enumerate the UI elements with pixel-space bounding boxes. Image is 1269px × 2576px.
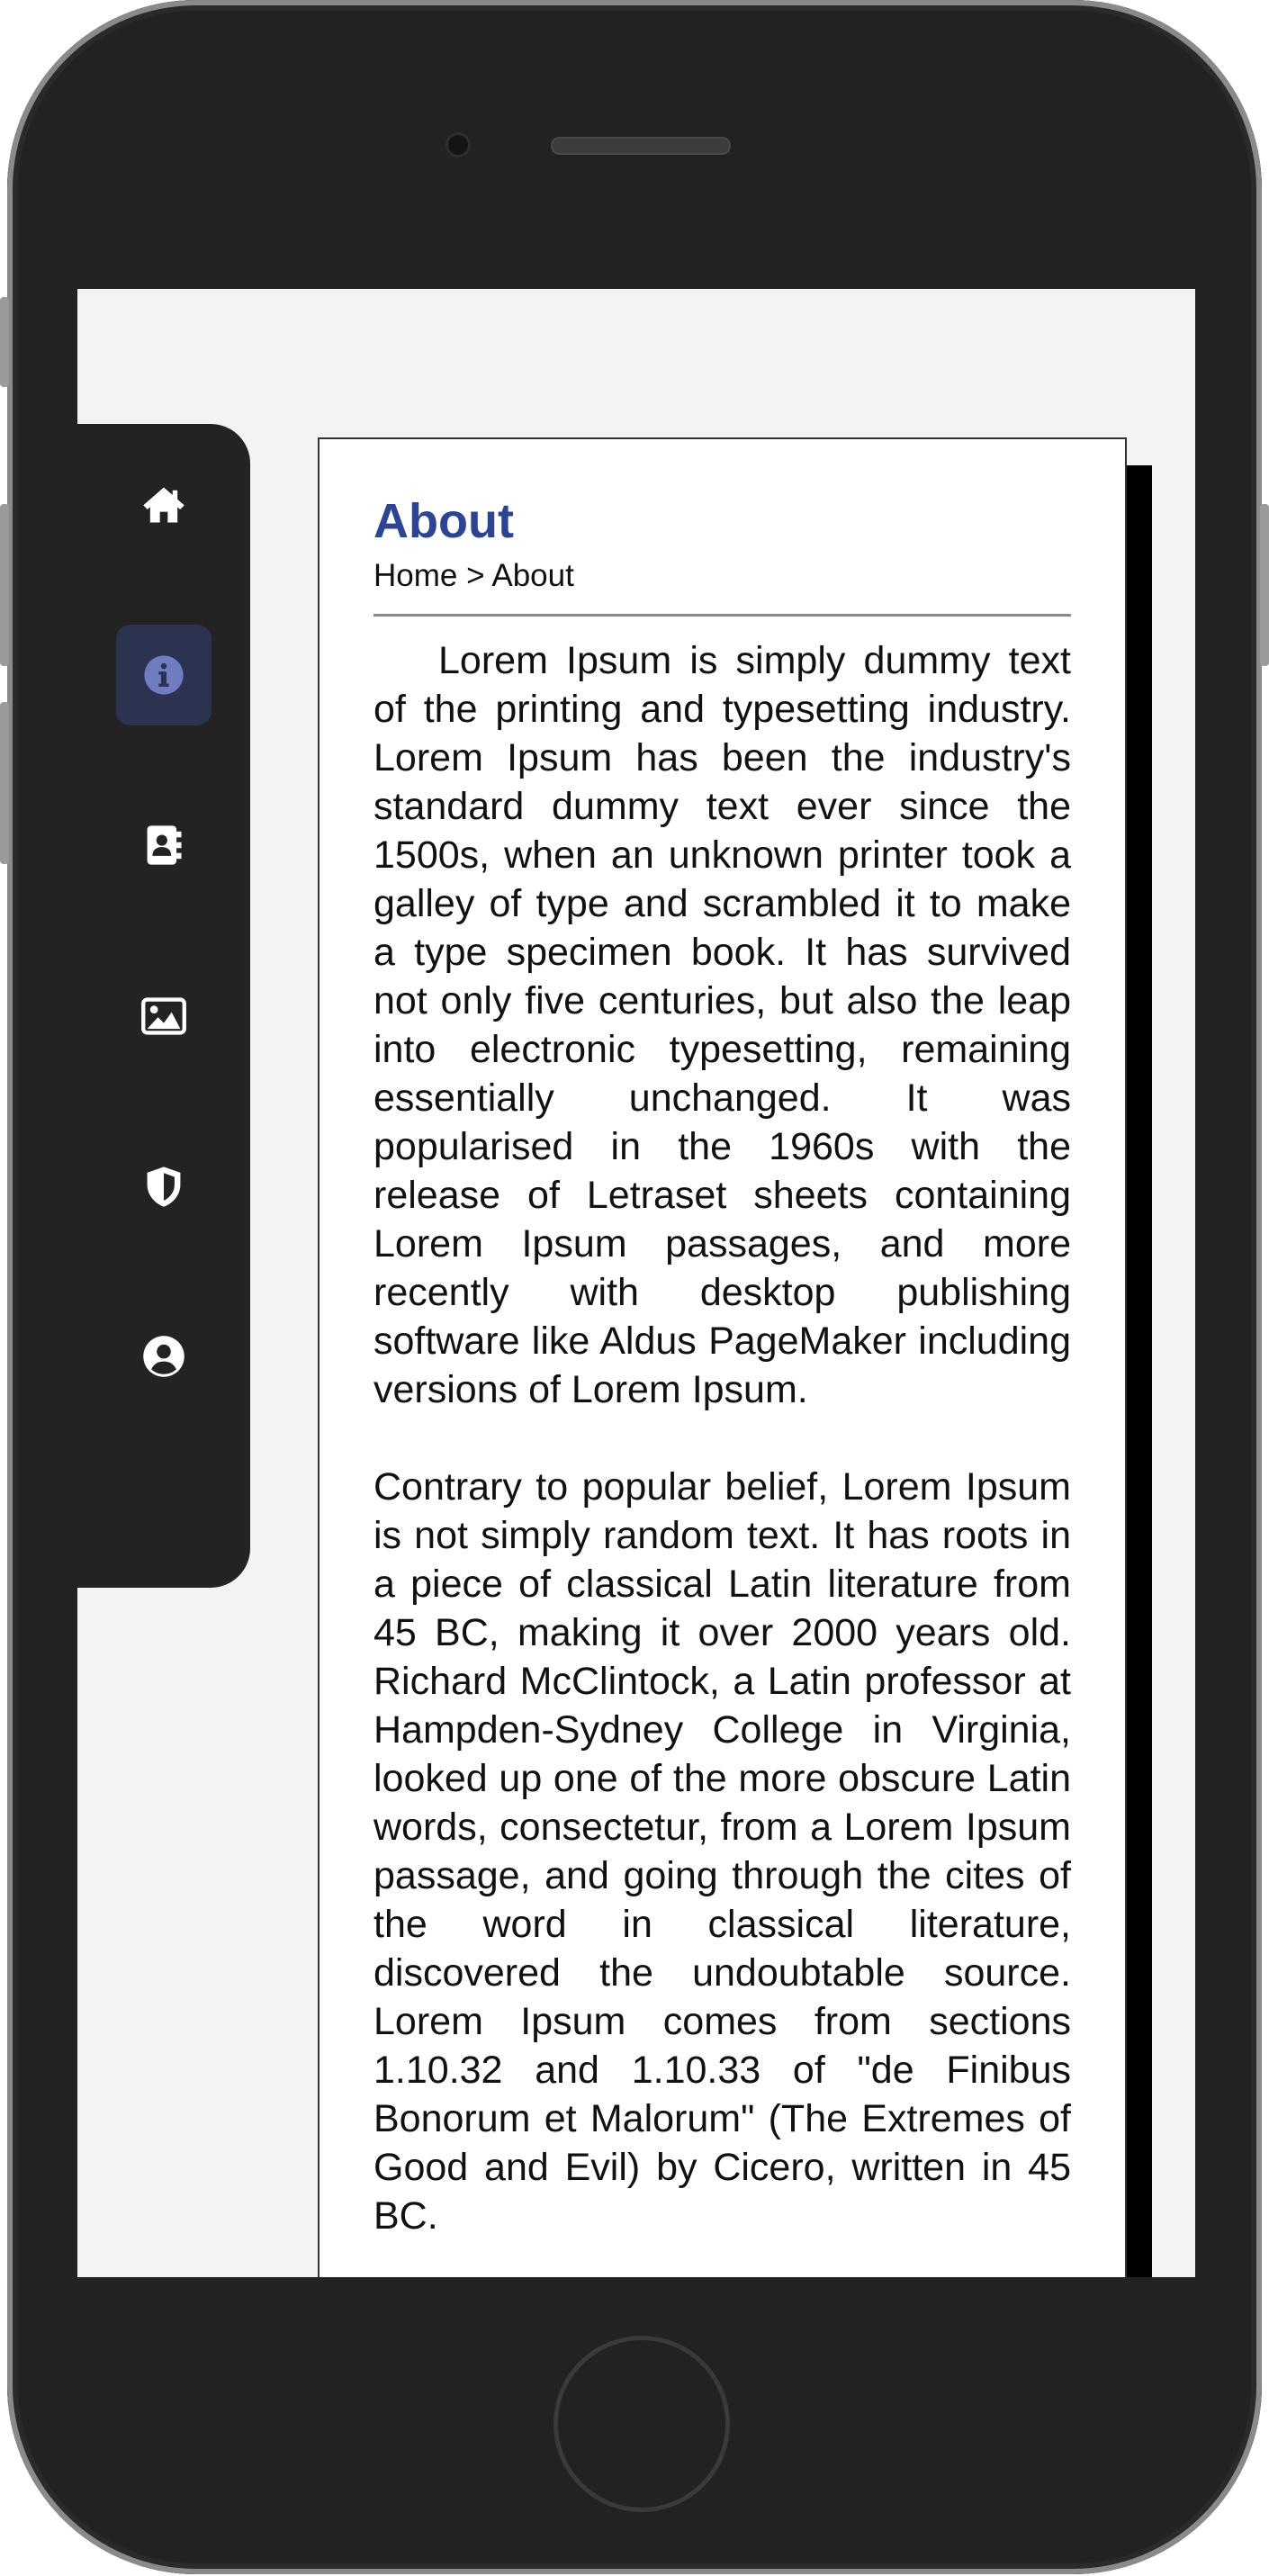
volume-up-button	[0, 504, 9, 666]
volume-down-button	[0, 702, 9, 864]
home-button[interactable]	[554, 2336, 730, 2512]
breadcrumb-current: About	[491, 558, 574, 593]
user-icon	[143, 1336, 184, 1377]
title-divider	[374, 614, 1071, 617]
breadcrumb: Home > About	[374, 556, 1071, 596]
sidebar-item-gallery[interactable]	[116, 966, 212, 1067]
phone-frame: About Home > About Lorem Ipsum is simply…	[0, 0, 1269, 2574]
breadcrumb-home-link[interactable]: Home	[374, 558, 457, 593]
power-button	[1260, 504, 1269, 666]
screen: About Home > About Lorem Ipsum is simply…	[77, 289, 1195, 2277]
sidebar-item-profile[interactable]	[116, 1306, 212, 1407]
image-icon	[141, 997, 186, 1035]
contact-book-icon	[147, 825, 182, 865]
page-title: About	[374, 494, 514, 548]
earpiece-speaker	[551, 137, 731, 155]
card-shadow	[1127, 465, 1152, 2277]
paragraph: Lorem Ipsum is simply dummy text of the …	[374, 639, 1071, 1411]
shield-icon	[147, 1166, 181, 1207]
sidebar-item-contacts[interactable]	[116, 795, 212, 896]
sidebar-item-security[interactable]	[116, 1136, 212, 1237]
paragraph: Contrary to popular belief, Lorem Ipsum …	[374, 1465, 1071, 2238]
sidebar-item-home[interactable]	[116, 455, 212, 555]
home-icon	[143, 487, 184, 523]
front-camera	[448, 135, 468, 155]
silent-switch	[0, 297, 9, 387]
breadcrumb-separator: >	[466, 558, 492, 593]
sidebar-item-about[interactable]	[116, 625, 212, 725]
info-icon	[144, 655, 184, 695]
sidebar	[77, 424, 250, 1588]
about-content: Lorem Ipsum is simply dummy text of the …	[374, 636, 1071, 2240]
about-card: About Home > About Lorem Ipsum is simply…	[318, 437, 1127, 2277]
